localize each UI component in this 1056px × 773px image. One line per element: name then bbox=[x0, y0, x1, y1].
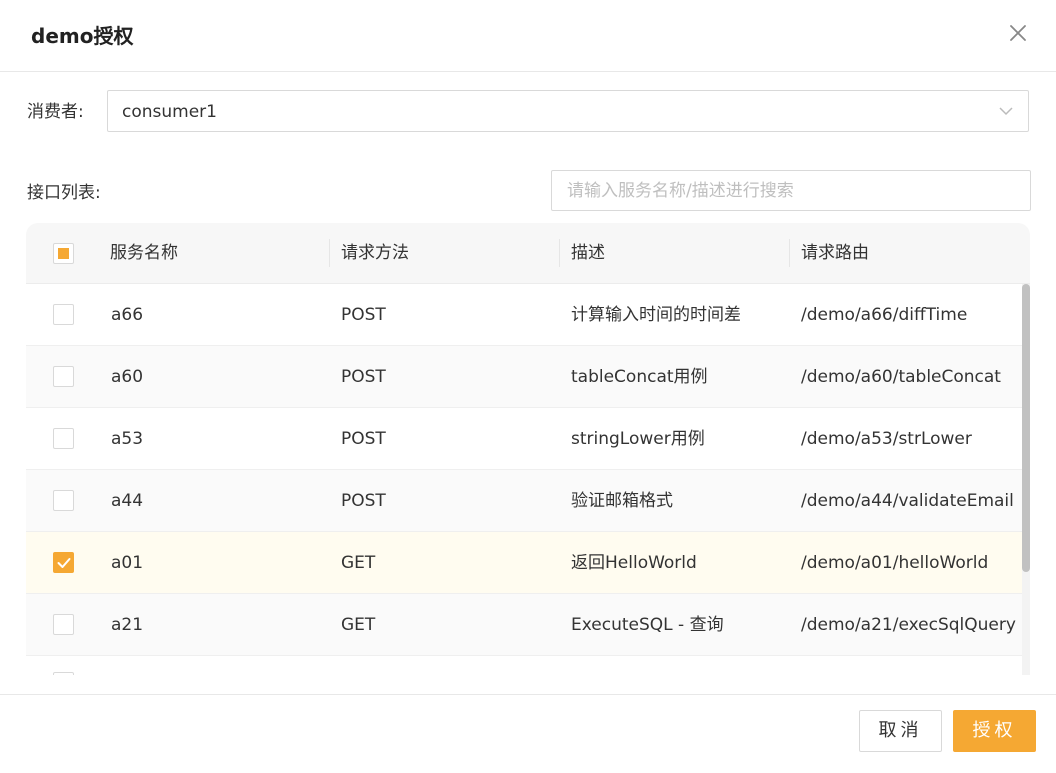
search-input[interactable] bbox=[551, 170, 1031, 211]
table-row[interactable]: a21 GET ExecuteSQL - 查询 /demo/a21/execSq… bbox=[26, 594, 1022, 656]
api-list-label: 接口列表: bbox=[27, 183, 101, 203]
table-scrollbar[interactable] bbox=[1022, 284, 1030, 675]
dialog-header: demo授权 bbox=[0, 0, 1056, 72]
row-description: 验证邮箱格式 bbox=[571, 491, 673, 511]
row-route: /demo/a21/execSqlQuery bbox=[801, 615, 1016, 635]
row-route: /demo/a66/diffTime bbox=[801, 305, 968, 325]
row-checkbox[interactable] bbox=[53, 304, 74, 325]
scrollbar-thumb[interactable] bbox=[1022, 284, 1030, 572]
table-row-selected[interactable]: a01 GET 返回HelloWorld /demo/a01/helloWorl… bbox=[26, 532, 1022, 594]
table-row[interactable]: a66 POST 计算输入时间的时间差 /demo/a66/diffTime bbox=[26, 284, 1022, 346]
table-row[interactable]: a53 POST stringLower用例 /demo/a53/strLowe… bbox=[26, 408, 1022, 470]
row-route: /demo/a53/strLower bbox=[801, 429, 972, 449]
table-row-partial[interactable] bbox=[26, 656, 1022, 675]
row-description: stringLower用例 bbox=[571, 429, 705, 449]
row-checkbox[interactable] bbox=[53, 490, 74, 511]
row-service-name: a21 bbox=[111, 615, 144, 635]
column-header-method: 请求方法 bbox=[341, 243, 409, 263]
table-row[interactable]: a44 POST 验证邮箱格式 /demo/a44/validateEmail bbox=[26, 470, 1022, 532]
row-description: ExecuteSQL - 查询 bbox=[571, 615, 724, 635]
consumer-select-value: consumer1 bbox=[122, 102, 217, 122]
cancel-button[interactable]: 取消 bbox=[859, 710, 942, 752]
row-service-name: a44 bbox=[111, 491, 144, 511]
row-service-name: a60 bbox=[111, 367, 144, 387]
row-route: /demo/a44/validateEmail bbox=[801, 491, 1014, 511]
dialog-title: demo授权 bbox=[31, 24, 134, 48]
column-header-route: 请求路由 bbox=[801, 243, 869, 263]
table-header: 服务名称 请求方法 描述 请求路由 bbox=[26, 223, 1030, 284]
row-description: tableConcat用例 bbox=[571, 367, 708, 387]
row-method: POST bbox=[341, 305, 386, 325]
consumer-label: 消费者: bbox=[27, 102, 84, 122]
row-method: POST bbox=[341, 429, 386, 449]
column-header-description: 描述 bbox=[571, 243, 605, 263]
row-route: /demo/a01/helloWorld bbox=[801, 553, 989, 573]
column-divider bbox=[789, 239, 790, 267]
api-table: 服务名称 请求方法 描述 请求路由 a66 POST 计算输入时间的时间差 /d… bbox=[26, 223, 1030, 675]
row-checkbox-checked[interactable] bbox=[53, 552, 74, 573]
consumer-select[interactable]: consumer1 bbox=[107, 90, 1029, 132]
checkmark-icon bbox=[57, 558, 71, 568]
table-body: a66 POST 计算输入时间的时间差 /demo/a66/diffTime a… bbox=[26, 284, 1022, 675]
row-method: POST bbox=[341, 491, 386, 511]
column-divider bbox=[559, 239, 560, 267]
row-method: GET bbox=[341, 615, 376, 635]
chevron-down-icon bbox=[999, 107, 1013, 116]
row-checkbox[interactable] bbox=[53, 428, 74, 449]
dialog-footer: 取消 授权 bbox=[0, 694, 1056, 773]
column-header-name: 服务名称 bbox=[110, 243, 178, 263]
row-method: POST bbox=[341, 367, 386, 387]
row-description: 返回HelloWorld bbox=[571, 553, 697, 573]
row-service-name: a53 bbox=[111, 429, 144, 449]
row-method: GET bbox=[341, 553, 376, 573]
row-service-name: a01 bbox=[111, 553, 144, 573]
row-route: /demo/a60/tableConcat bbox=[801, 367, 1001, 387]
table-row[interactable]: a60 POST tableConcat用例 /demo/a60/tableCo… bbox=[26, 346, 1022, 408]
close-icon[interactable] bbox=[1004, 19, 1032, 47]
row-checkbox[interactable] bbox=[53, 366, 74, 387]
select-all-checkbox[interactable] bbox=[53, 243, 74, 264]
row-description: 计算输入时间的时间差 bbox=[571, 305, 741, 325]
authorize-button[interactable]: 授权 bbox=[953, 710, 1036, 752]
authorization-dialog: demo授权 消费者: consumer1 接口列表: 服务名称 请求方法 描述… bbox=[0, 0, 1056, 773]
row-checkbox[interactable] bbox=[53, 614, 74, 635]
row-checkbox[interactable] bbox=[53, 672, 74, 675]
row-service-name: a66 bbox=[111, 305, 144, 325]
column-divider bbox=[329, 239, 330, 267]
